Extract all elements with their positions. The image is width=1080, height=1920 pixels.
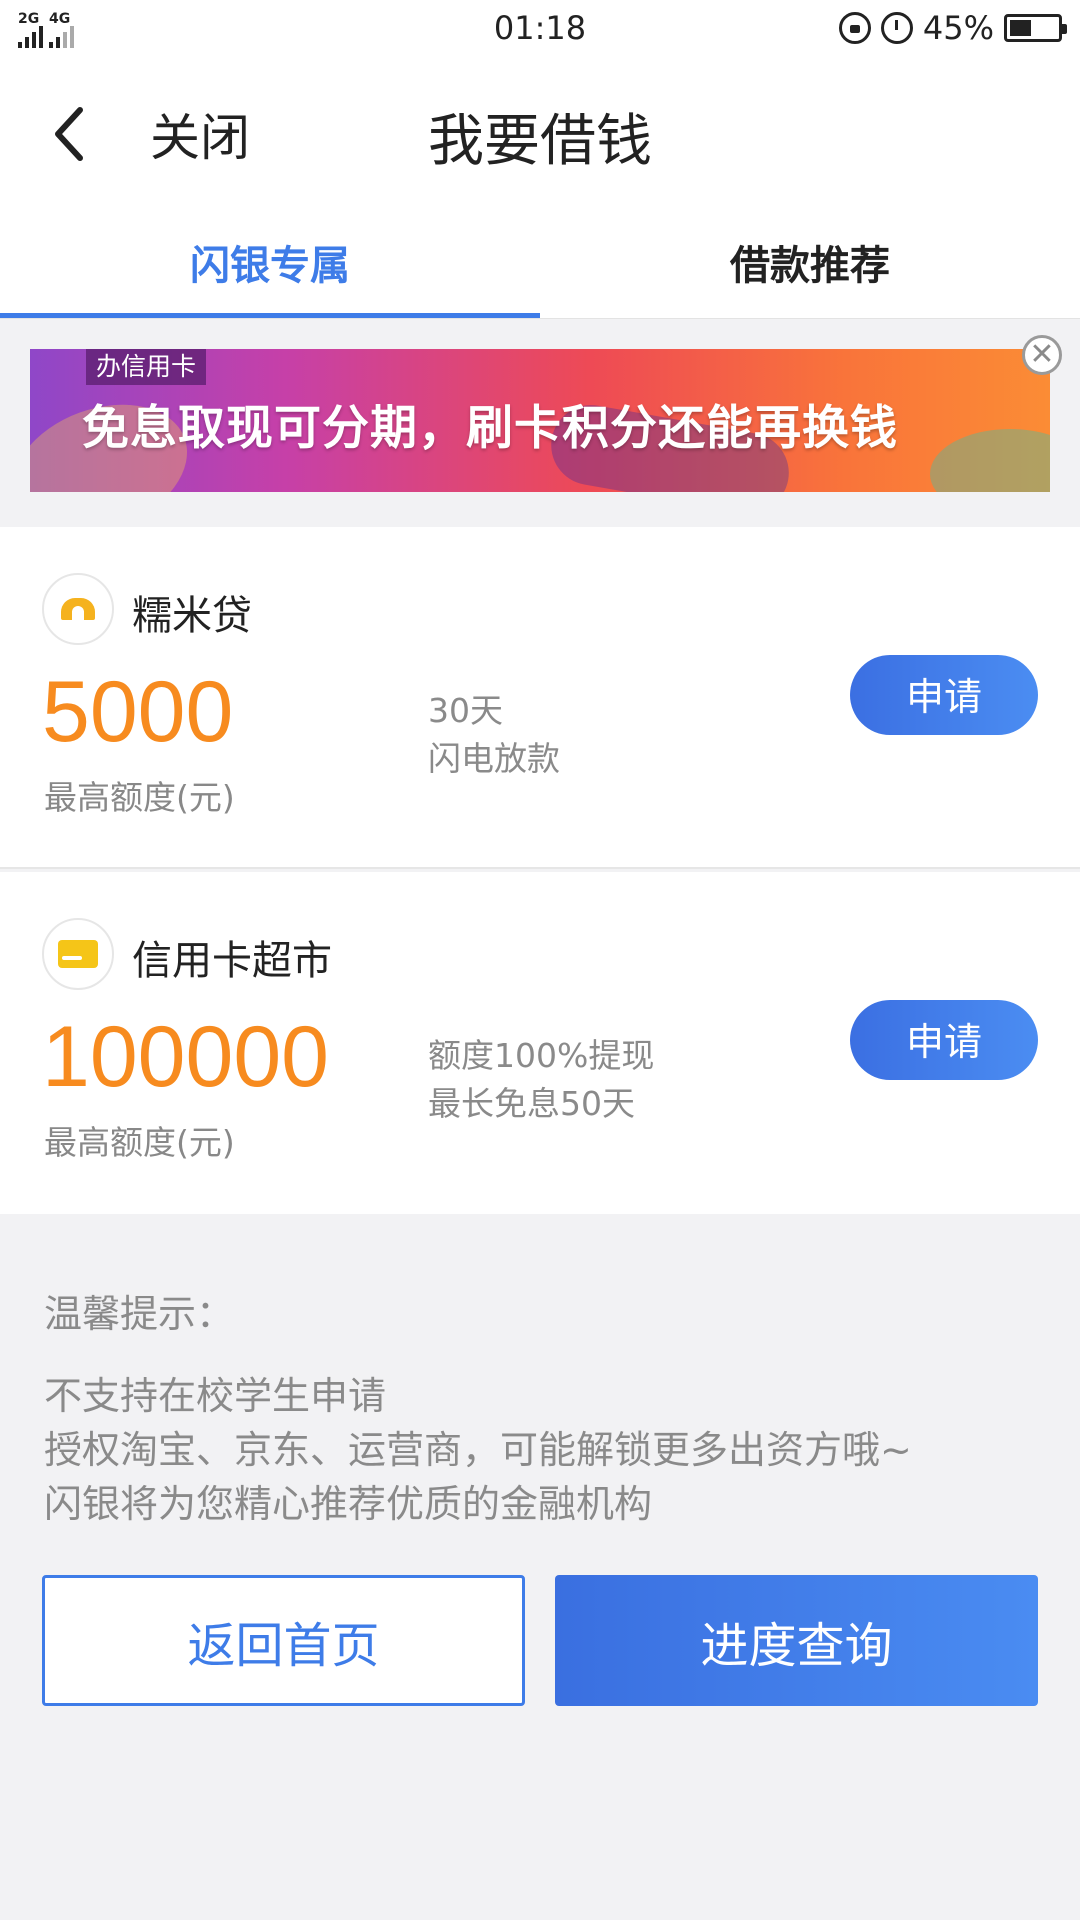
signal-2g-icon: 2G bbox=[18, 12, 43, 48]
tab-loan-recommend[interactable]: 借款推荐 bbox=[540, 206, 1080, 318]
loan-amount-label: 最高额度(元) bbox=[44, 1123, 235, 1162]
loan-name: 糯米贷 bbox=[132, 593, 252, 639]
close-button[interactable]: 关闭 bbox=[150, 98, 250, 170]
tips-line: 不支持在校学生申请 bbox=[44, 1374, 387, 1418]
banner-tag: 办信用卡 bbox=[86, 349, 207, 385]
loan-name: 信用卡超市 bbox=[132, 938, 332, 984]
loan-amount-label: 最高额度(元) bbox=[44, 778, 235, 817]
apply-button[interactable]: 申请 bbox=[850, 655, 1038, 735]
loan-max-amount: 100000 bbox=[42, 1009, 329, 1105]
nav-header: 关闭 我要借钱 bbox=[0, 56, 1080, 206]
loan-card[interactable]: 信用卡超市 100000 最高额度(元) 额度100%提现 最长免息50天 申请 bbox=[0, 872, 1080, 1214]
tips-title: 温馨提示： bbox=[44, 1292, 235, 1336]
battery-icon bbox=[1004, 14, 1067, 42]
close-circle-icon[interactable]: ✕ bbox=[1022, 335, 1062, 375]
apply-button[interactable]: 申请 bbox=[850, 1000, 1038, 1080]
alarm-icon bbox=[880, 12, 913, 44]
signal-4g-icon: 4G bbox=[49, 12, 74, 48]
loan-feature: 额度100%提现 bbox=[428, 1036, 655, 1075]
signal-indicators: 2G 4G bbox=[18, 8, 74, 48]
tab-bar: 闪银专属 借款推荐 bbox=[0, 206, 1080, 318]
loan-feature: 闪电放款 bbox=[428, 739, 560, 778]
back-home-button[interactable]: 返回首页 bbox=[42, 1575, 525, 1706]
loan-feature: 30天 bbox=[428, 691, 503, 730]
progress-query-button[interactable]: 进度查询 bbox=[555, 1575, 1038, 1706]
network-type-2: 4G bbox=[49, 11, 71, 27]
banner-text: 免息取现可分期，刷卡积分还能再换钱 bbox=[82, 401, 898, 456]
battery-percent: 45% bbox=[922, 9, 994, 47]
back-arrow-icon[interactable] bbox=[50, 104, 90, 164]
status-right: 45% bbox=[838, 9, 1067, 47]
banner-area: 办信用卡 免息取现可分期，刷卡积分还能再换钱 bbox=[0, 319, 1080, 527]
rotation-lock-icon bbox=[838, 12, 871, 44]
battery-level-fill bbox=[1010, 20, 1031, 36]
loan-card[interactable]: 糯米贷 5000 最高额度(元) 30天 闪电放款 申请 bbox=[0, 527, 1080, 867]
divider bbox=[0, 867, 1080, 869]
loan-feature: 最长免息50天 bbox=[428, 1084, 635, 1123]
credit-card-icon bbox=[42, 918, 114, 990]
network-type-1: 2G bbox=[18, 11, 40, 27]
tips-line: 闪银将为您精心推荐优质的金融机构 bbox=[44, 1482, 653, 1526]
promo-banner[interactable]: 办信用卡 免息取现可分期，刷卡积分还能再换钱 bbox=[30, 349, 1050, 492]
tips-line: 授权淘宝、京东、运营商，可能解锁更多出资方哦~ bbox=[44, 1428, 912, 1472]
status-bar: 2G 4G 01:18 45% bbox=[0, 0, 1080, 56]
loan-max-amount: 5000 bbox=[42, 664, 234, 760]
tab-shanyin-exclusive[interactable]: 闪银专属 bbox=[0, 206, 540, 318]
nuomi-logo-icon bbox=[42, 573, 114, 645]
banner-decoration bbox=[930, 429, 1050, 492]
